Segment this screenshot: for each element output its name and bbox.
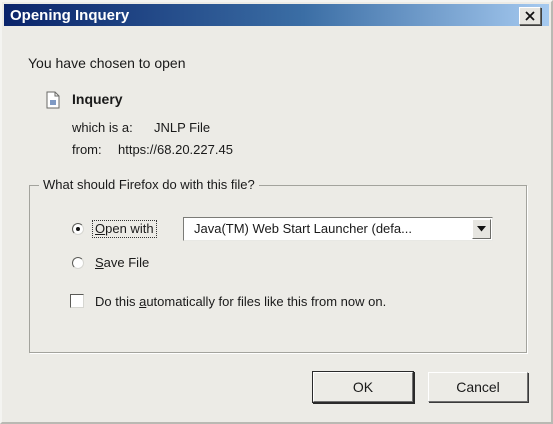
ok-button[interactable]: OK (313, 372, 413, 402)
cancel-button[interactable]: Cancel (428, 372, 528, 402)
open-with-label-text: pen with (105, 221, 154, 236)
open-with-access-key: O (95, 221, 106, 236)
save-file-access-key: S (95, 255, 104, 270)
auto-action-label[interactable]: Do this automatically for files like thi… (95, 294, 386, 310)
auto-action-label-post: utomatically for files like this from no… (146, 294, 387, 309)
save-file-radio[interactable] (72, 257, 84, 269)
dialog-window: Opening Inquery You have chosen to open … (0, 0, 553, 424)
close-button[interactable] (519, 7, 541, 25)
title-bar[interactable]: Opening Inquery (4, 4, 549, 26)
open-with-radio[interactable] (72, 223, 84, 235)
auto-action-label-pre: Do this (95, 294, 140, 309)
save-file-label[interactable]: Save File (95, 255, 149, 271)
chevron-down-icon (477, 226, 486, 232)
application-select[interactable]: Java(TM) Web Start Launcher (defa... (183, 217, 493, 241)
application-select-value: Java(TM) Web Start Launcher (defa... (194, 221, 412, 236)
auto-action-checkbox[interactable] (70, 294, 84, 308)
file-kind-label: which is a: (72, 120, 133, 135)
file-source-value: https://68.20.227.45 (118, 142, 233, 157)
close-icon (525, 11, 535, 21)
intro-text: You have chosen to open (28, 55, 186, 71)
action-groupbox-legend: What should Firefox do with this file? (39, 177, 259, 193)
application-select-dropdown-button[interactable] (472, 219, 491, 239)
file-name: Inquery (72, 91, 123, 107)
document-icon (46, 91, 60, 109)
save-file-label-text: ave File (103, 255, 150, 270)
window-title: Opening Inquery (10, 7, 130, 24)
file-kind-value: JNLP File (154, 120, 211, 135)
file-source-label: from: (72, 142, 102, 157)
open-with-label[interactable]: Open with (92, 220, 157, 238)
